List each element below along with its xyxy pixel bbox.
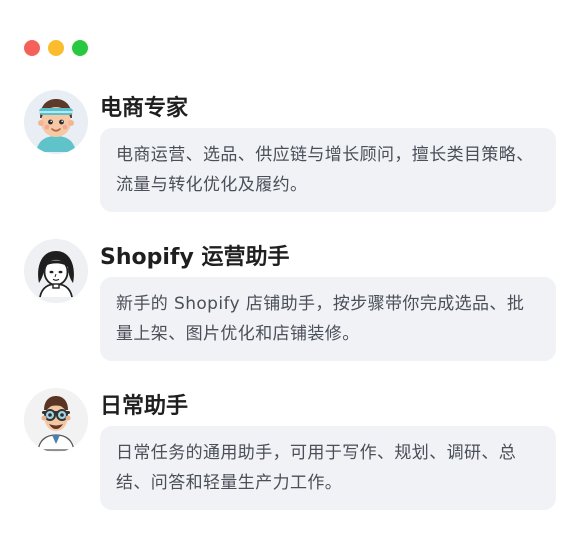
agent-description: 日常任务的通用助手，可用于写作、规划、调研、总结、问答和轻量生产力工作。 xyxy=(100,426,556,510)
agent-card-daily-assistant[interactable]: 日常助手 日常任务的通用助手，可用于写作、规划、调研、总结、问答和轻量生产力工作… xyxy=(24,386,556,516)
close-window-button[interactable] xyxy=(24,40,40,56)
agent-name: 电商专家 xyxy=(100,96,189,121)
agent-card-ecommerce-expert[interactable]: 电商专家 电商运营、选品、供应链与增长顾问，擅长类目策略、流量与转化优化及履约。 xyxy=(24,88,556,218)
cartoon-boy-headband-avatar-icon xyxy=(24,90,88,154)
agent-description: 新手的 Shopify 店铺助手，按步骤带你完成选品、批量上架、图片优化和店铺装… xyxy=(100,277,556,361)
agent-description: 电商运营、选品、供应链与增长顾问，擅长类目策略、流量与转化优化及履约。 xyxy=(100,128,556,212)
window-controls xyxy=(24,40,88,56)
agent-list-window: 电商专家 电商运营、选品、供应链与增长顾问，擅长类目策略、流量与转化优化及履约。… xyxy=(0,0,580,558)
minimize-window-button[interactable] xyxy=(48,40,64,56)
agent-card-shopify-assistant[interactable]: Shopify 运营助手 新手的 Shopify 店铺助手，按步骤带你完成选品、… xyxy=(24,237,556,367)
line-art-woman-avatar-icon xyxy=(24,239,88,303)
cartoon-man-goggles-avatar-icon xyxy=(24,388,88,452)
maximize-window-button[interactable] xyxy=(72,40,88,56)
agent-name: 日常助手 xyxy=(100,394,189,419)
agent-name: Shopify 运营助手 xyxy=(100,245,290,270)
